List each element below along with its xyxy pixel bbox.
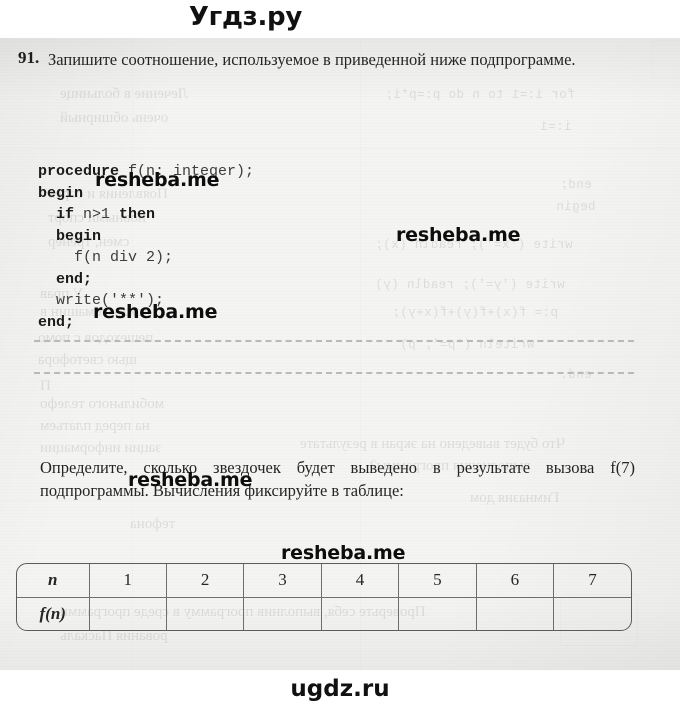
table-row: n1234567 — [17, 564, 631, 598]
table-cell[interactable] — [553, 596, 631, 630]
task-number: 91. — [18, 48, 40, 67]
table-cell[interactable]: 3 — [243, 564, 322, 598]
code-line: f(n div 2); — [38, 247, 254, 269]
table-cell[interactable]: 5 — [398, 564, 477, 598]
table-cell[interactable]: 6 — [475, 564, 555, 598]
answer-table-grid: n 1 2 3 4 5 6 7 f(n) — [17, 564, 631, 630]
table-cell[interactable] — [243, 596, 322, 630]
table-cell[interactable] — [320, 596, 400, 630]
code-line: if n>1 then — [38, 204, 254, 226]
table-cell[interactable] — [165, 596, 245, 630]
watermark: resheba.me — [128, 469, 253, 491]
code-keyword: begin — [56, 227, 102, 245]
code-token: n>1 — [83, 206, 120, 223]
watermark: resheba.me — [396, 224, 521, 246]
table-cell[interactable]: 4 — [320, 564, 400, 598]
answer-table: n 1 2 3 4 5 6 7 f(n) — [16, 563, 632, 631]
table-cell[interactable] — [398, 596, 477, 630]
site-logo-header: Угдз.ру — [188, 2, 302, 32]
answer-table-body: n 1 2 3 4 5 6 7 f(n) — [17, 564, 631, 630]
table-cell[interactable] — [88, 596, 167, 630]
table-cell[interactable]: 1 — [88, 564, 167, 598]
table-cell[interactable] — [475, 596, 555, 630]
table-row: f(n) — [17, 596, 631, 630]
task-prompt: Запишите соотношение, используемое в при… — [48, 50, 576, 69]
footer-band: ugdz.ru — [0, 670, 680, 711]
task-block: 91. Запишите соотношение, используемое в… — [18, 48, 638, 71]
code-keyword: end; — [38, 313, 75, 331]
code-keyword: then — [119, 206, 156, 223]
code-line: end; — [38, 269, 254, 291]
code-keyword: if — [56, 206, 84, 223]
code-token: f(n div 2); — [74, 249, 174, 266]
table-cell[interactable]: 2 — [165, 564, 245, 598]
code-keyword: begin — [38, 184, 84, 202]
watermark: resheba.me — [95, 169, 220, 191]
code-line: begin — [38, 226, 254, 248]
header-band: Угдз.ру — [0, 0, 680, 38]
scanned-page: for i:=1 to n do p:=p*i; i:=1 end; begin wri… — [0, 38, 680, 670]
code-keyword: end; — [56, 270, 93, 288]
answer-line-1[interactable] — [34, 340, 634, 342]
watermark: resheba.me — [93, 301, 218, 323]
site-logo-footer: ugdz.ru — [290, 676, 390, 702]
answer-line-2[interactable] — [34, 372, 634, 374]
table-row-label: n — [17, 564, 90, 598]
page-content: 91. Запишите соотношение, используемое в… — [0, 38, 680, 670]
table-row-label: f(n) — [17, 596, 90, 630]
watermark: resheba.me — [281, 542, 406, 564]
table-cell[interactable]: 7 — [553, 564, 631, 598]
